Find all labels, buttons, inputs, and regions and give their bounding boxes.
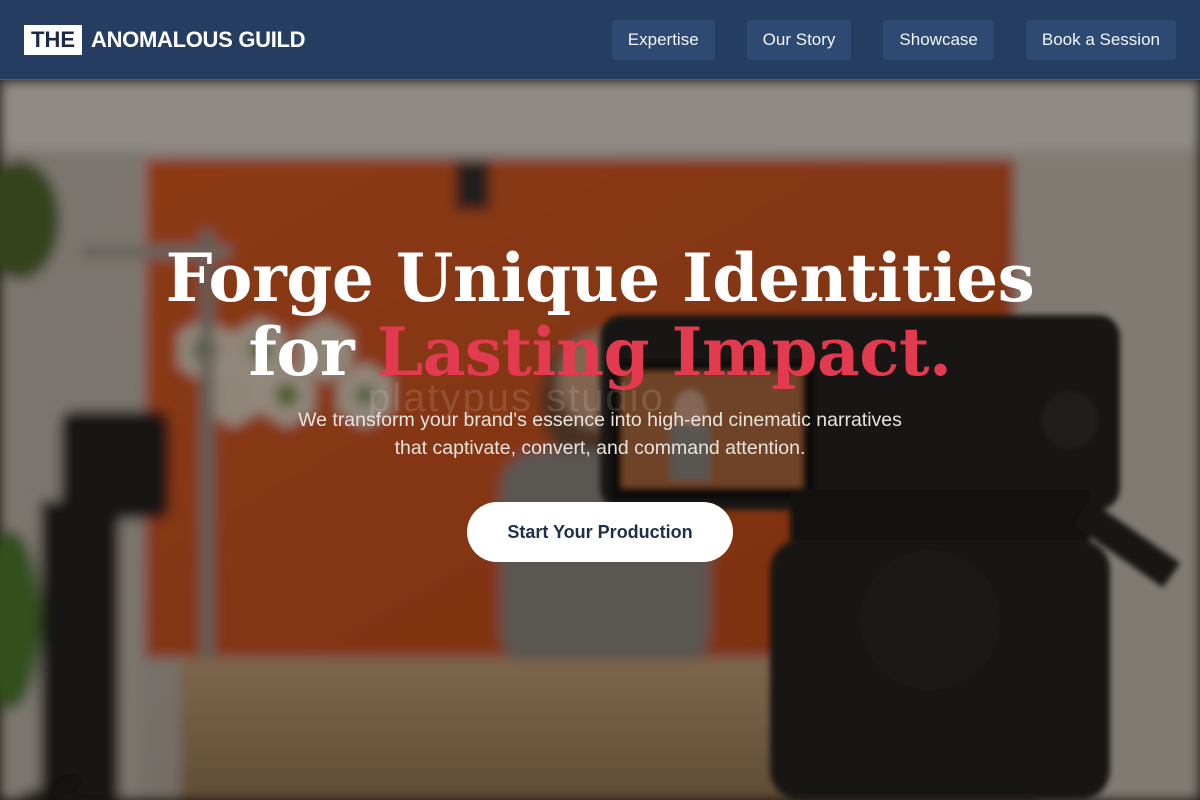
hero-headline-line1: Forge Unique Identities — [165, 239, 1035, 317]
headline-accent: Lasting Impact. — [376, 313, 952, 391]
nav-item-showcase[interactable]: Showcase — [883, 19, 994, 60]
site-header: THE ANOMALOUS GUILD Expertise Our Story … — [0, 0, 1200, 80]
logo-mark: THE — [24, 24, 82, 55]
hero-headline-line2: for Lasting Impact. — [0, 316, 1200, 388]
nav-item-our-story[interactable]: Our Story — [746, 19, 852, 60]
logo-wordmark: ANOMALOUS GUILD — [91, 26, 306, 52]
hero-content: platypus studio Forge Unique Identities … — [0, 80, 1200, 800]
hero-section: platypus studio Forge Unique Identities … — [0, 80, 1200, 800]
nav-item-expertise[interactable]: Expertise — [611, 19, 715, 60]
nav-item-book-session[interactable]: Book a Session — [1025, 19, 1176, 60]
hero-subtitle-line2: that captivate, convert, and command att… — [394, 437, 806, 459]
headline-prefix: for — [248, 313, 377, 391]
site-logo[interactable]: THE ANOMALOUS GUILD — [24, 24, 306, 55]
hero-subtitle-line1: We transform your brand's essence into h… — [298, 409, 902, 431]
start-production-button[interactable]: Start Your Production — [467, 502, 733, 562]
main-nav: Expertise Our Story Showcase Book a Sess… — [611, 19, 1176, 60]
